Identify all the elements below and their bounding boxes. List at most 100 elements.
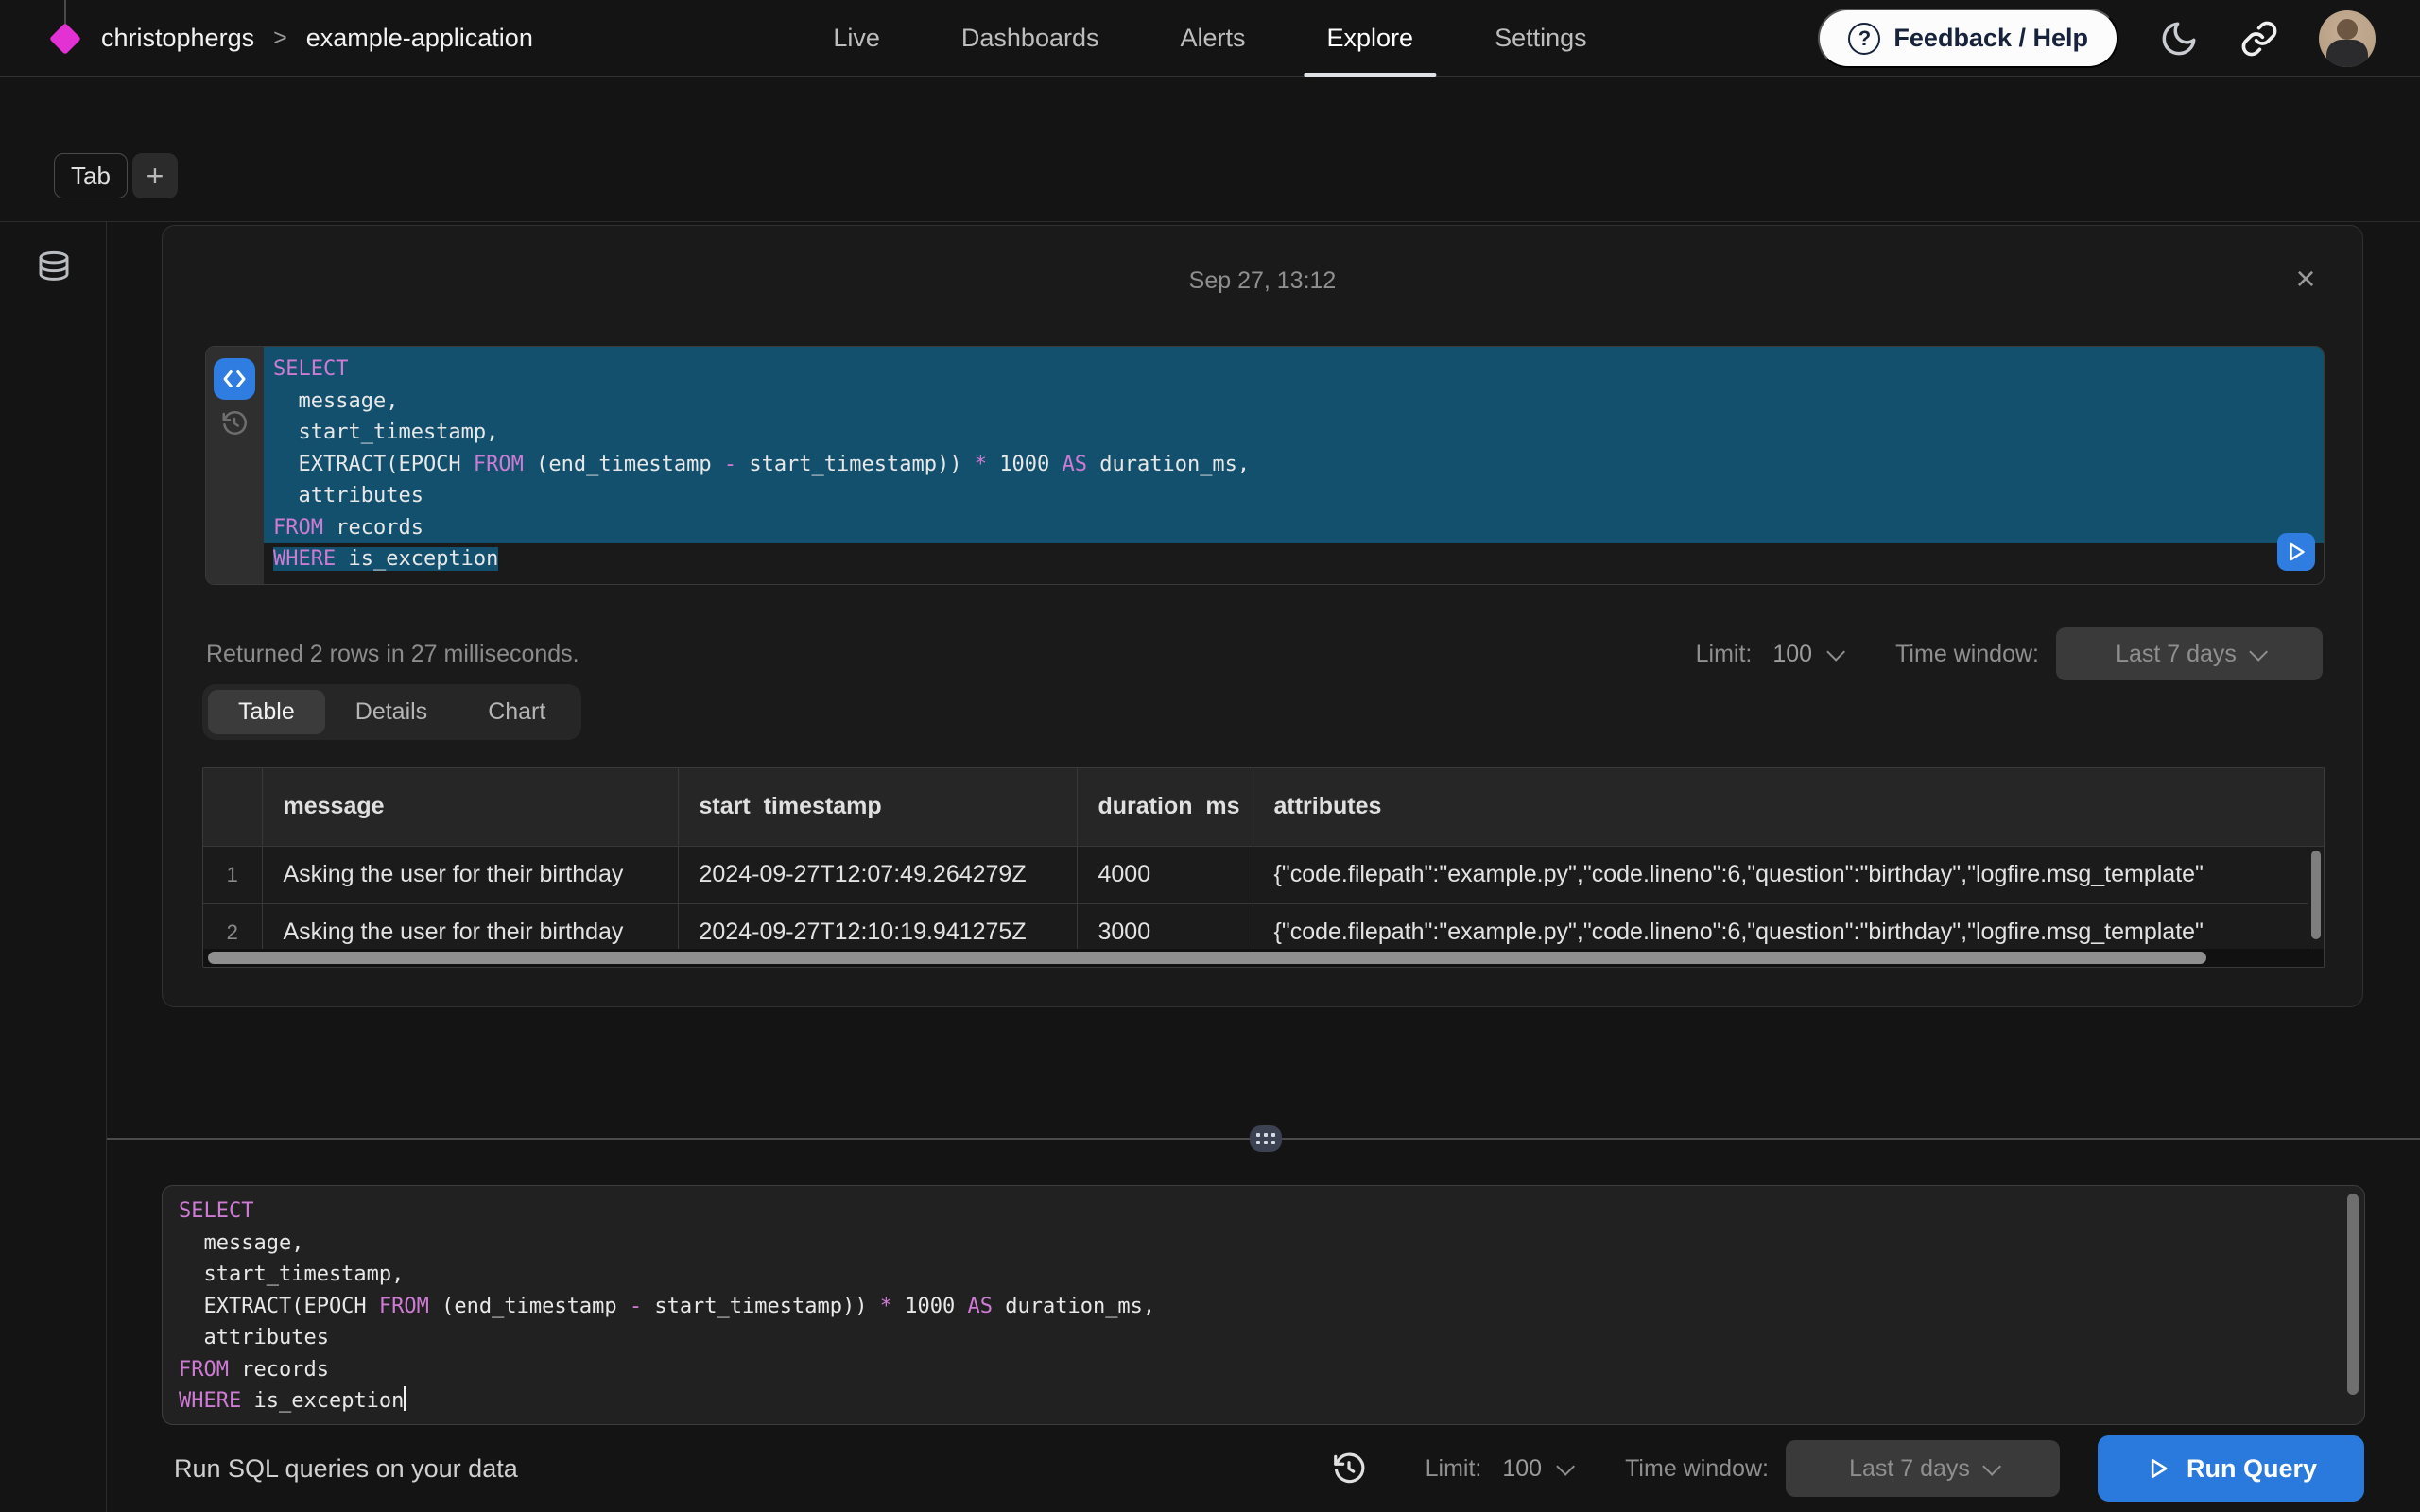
schema-browser-button[interactable] [34, 249, 74, 288]
breadcrumb-project[interactable]: example-application [306, 24, 533, 53]
result-summary: Returned 2 rows in 27 milliseconds. [206, 641, 579, 668]
history-icon [1331, 1451, 1367, 1486]
query-timestamp: Sep 27, 13:12 [163, 267, 2362, 295]
content-divider [0, 221, 2420, 222]
share-link-button[interactable] [2239, 19, 2279, 59]
sql-line: SELECT [273, 353, 2324, 386]
feedback-help-label: Feedback / Help [1893, 24, 2088, 53]
sql-line: FROM records [179, 1354, 2364, 1386]
table-row[interactable]: 1Asking the user for their birthday2024-… [203, 846, 2324, 903]
time-window-value: Last 7 days [2116, 641, 2237, 668]
results-table: messagestart_timestampduration_msattribu… [203, 768, 2324, 962]
code-icon [220, 365, 249, 393]
time-window-select[interactable]: Last 7 days [1786, 1440, 2060, 1497]
feedback-help-button[interactable]: ? Feedback / Help [1818, 9, 2118, 68]
sql-line: message, [179, 1228, 2364, 1260]
nav-tab-dashboards[interactable]: Dashboards [958, 0, 1103, 77]
time-window-label: Time window: [1625, 1455, 1769, 1483]
sql-line: attributes [273, 480, 2324, 512]
table-cell: 4000 [1077, 846, 1253, 903]
user-avatar[interactable] [2319, 10, 2376, 67]
breadcrumb: christophergs > example-application [54, 0, 533, 77]
history-icon [220, 409, 249, 438]
chevron-down-icon[interactable] [1556, 1457, 1575, 1476]
add-tab-button[interactable]: + [132, 153, 178, 198]
view-tab-chart[interactable]: Chart [458, 690, 576, 734]
scrollbar-thumb[interactable] [2347, 1194, 2359, 1395]
pane-resize-handle[interactable] [1250, 1125, 1282, 1152]
logfire-logo-icon[interactable] [49, 23, 81, 55]
explore-page: christophergs > example-application Live… [0, 0, 2420, 1512]
history-button[interactable] [1331, 1451, 1367, 1486]
sql-line: EXTRACT(EPOCH FROM (end_timestamp - star… [179, 1291, 2364, 1323]
moon-icon [2159, 19, 2199, 59]
nav-tab-live[interactable]: Live [829, 0, 884, 77]
breadcrumb-org[interactable]: christophergs [101, 24, 254, 53]
query-history-button[interactable] [220, 409, 249, 438]
sql-line: FROM records [273, 512, 2324, 544]
row-number: 1 [203, 846, 262, 903]
sql-code-selected[interactable]: SELECT message, start_timestamp, EXTRACT… [264, 347, 2324, 584]
table-cell: {"code.filepath":"example.py","code.line… [1253, 846, 2324, 903]
left-sidebar [0, 222, 107, 1512]
time-window-select[interactable]: Last 7 days [2056, 627, 2323, 680]
nav-tab-settings[interactable]: Settings [1491, 0, 1591, 77]
column-header-start_timestamp: start_timestamp [678, 768, 1077, 846]
editor-vertical-scrollbar[interactable] [2347, 1194, 2359, 1401]
scrollbar-thumb[interactable] [2311, 850, 2321, 939]
top-nav: christophergs > example-application Live… [0, 0, 2420, 77]
text-caret [404, 1386, 406, 1411]
help-question-icon: ? [1848, 23, 1880, 55]
query-history-card: Sep 27, 13:12 × SELECT message, start_ti… [162, 225, 2363, 1007]
sql-line: attributes [179, 1322, 2364, 1354]
run-query-label: Run Query [2187, 1454, 2317, 1484]
footer-controls: Limit: 100 Time window: Last 7 days Run … [1331, 1435, 2364, 1502]
view-tab-details[interactable]: Details [325, 690, 458, 734]
play-icon [2284, 540, 2308, 564]
limit-value[interactable]: 100 [1772, 641, 1812, 668]
column-header [203, 768, 262, 846]
result-view-tabs: TableDetailsChart [202, 684, 581, 740]
primary-nav: Live Dashboards Alerts Explore Settings [829, 0, 1590, 77]
run-query-button[interactable]: Run Query [2098, 1435, 2364, 1502]
close-card-button[interactable]: × [2287, 260, 2325, 298]
query-footer-bar: Run SQL queries on your data Limit: 100 … [107, 1425, 2420, 1512]
footer-hint: Run SQL queries on your data [174, 1454, 518, 1484]
link-icon [2240, 20, 2278, 58]
sql-editor[interactable]: SELECT message, start_timestamp, EXTRACT… [162, 1185, 2365, 1425]
time-window-value: Last 7 days [1849, 1455, 1970, 1483]
query-editor-readonly: SELECT message, start_timestamp, EXTRACT… [205, 346, 2325, 585]
sql-selection-block: SELECT message, start_timestamp, EXTRACT… [264, 347, 2324, 543]
sql-code-input[interactable]: SELECT message, start_timestamp, EXTRACT… [163, 1186, 2364, 1418]
limit-label: Limit: [1426, 1455, 1482, 1483]
time-window-label: Time window: [1895, 641, 2039, 668]
nav-tab-explore[interactable]: Explore [1323, 0, 1418, 77]
sql-line: WHERE is_exception [179, 1385, 2364, 1418]
view-tab-table[interactable]: Table [208, 690, 325, 734]
sql-line: message, [273, 386, 2324, 418]
chevron-down-icon[interactable] [1826, 643, 1845, 662]
theme-toggle-button[interactable] [2158, 18, 2200, 60]
sql-line: SELECT [179, 1195, 2364, 1228]
breadcrumb-separator: > [273, 25, 287, 52]
result-meta-row: Returned 2 rows in 27 milliseconds. Limi… [206, 627, 2323, 680]
column-header-duration_ms: duration_ms [1077, 768, 1253, 846]
table-cell: Asking the user for their birthday [262, 846, 678, 903]
limit-value[interactable]: 100 [1502, 1455, 1542, 1483]
database-icon [34, 249, 74, 288]
nav-tab-alerts[interactable]: Alerts [1176, 0, 1249, 77]
scrollbar-thumb[interactable] [208, 952, 2206, 964]
table-cell: 2024-09-27T12:07:49.264279Z [678, 846, 1077, 903]
sql-line: EXTRACT(EPOCH FROM (end_timestamp - star… [273, 449, 2324, 481]
limit-label: Limit: [1696, 641, 1753, 668]
table-horizontal-scrollbar[interactable] [203, 949, 2324, 967]
sql-line: start_timestamp, [273, 417, 2324, 449]
workspace-tab[interactable]: Tab [54, 153, 128, 198]
run-this-query-button[interactable] [2277, 533, 2315, 571]
result-controls: Limit: 100 Time window: Last 7 days [1696, 627, 2323, 680]
results-table-wrap: messagestart_timestampduration_msattribu… [202, 767, 2325, 968]
top-right-actions: ? Feedback / Help [1818, 0, 2376, 77]
chevron-down-icon [1982, 1457, 2001, 1476]
format-code-button[interactable] [214, 358, 255, 400]
column-header-attributes: attributes [1253, 768, 2324, 846]
